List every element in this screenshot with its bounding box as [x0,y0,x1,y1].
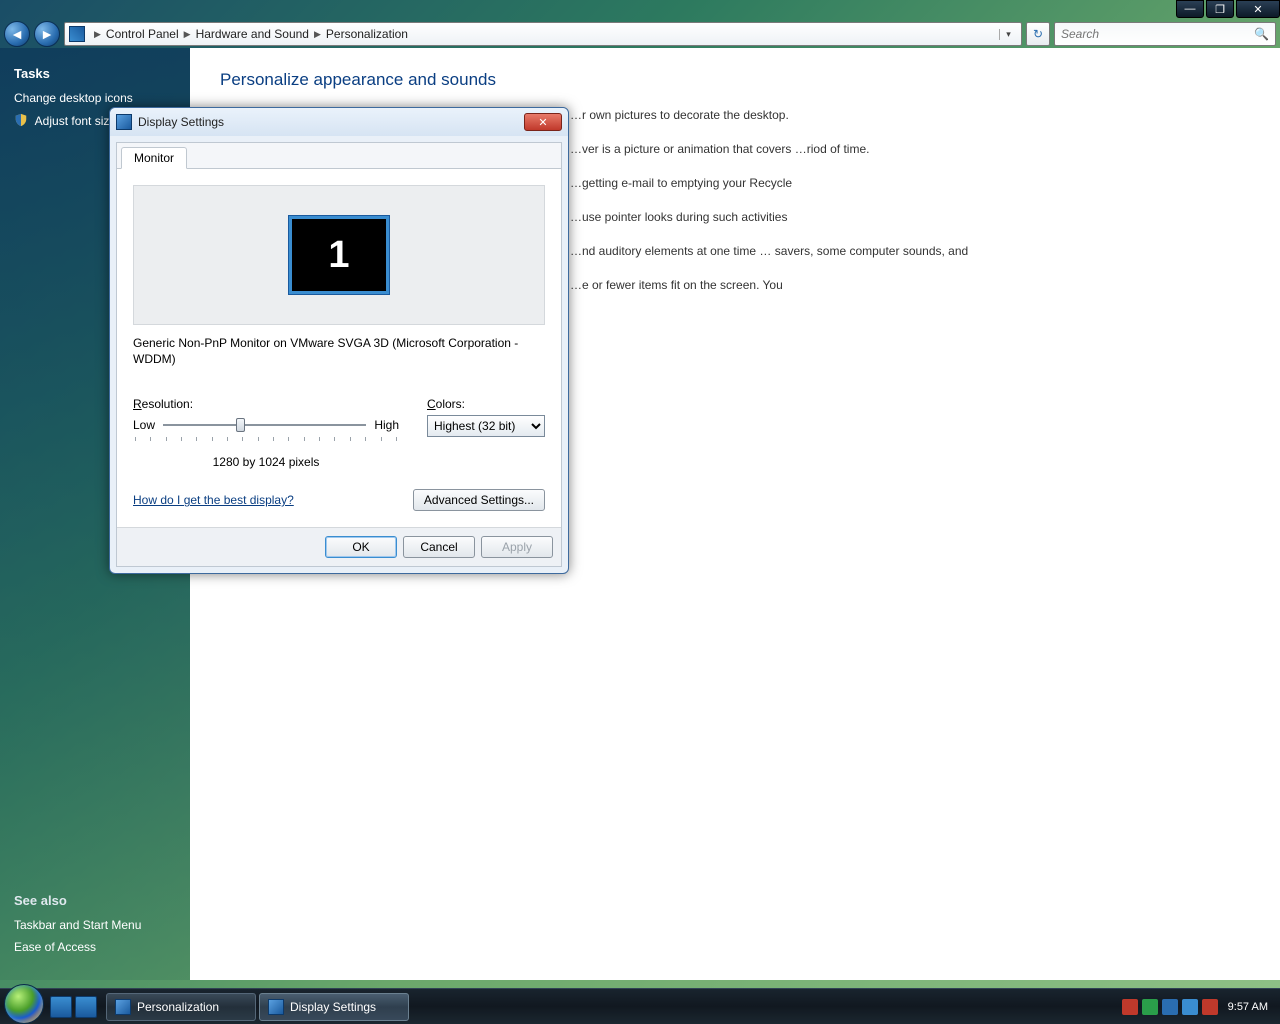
shield-icon [14,113,28,127]
section-text: …use pointer looks during such activitie… [570,208,990,226]
taskbar-item-personalization[interactable]: Personalization [106,993,256,1021]
system-tray[interactable]: 9:57 AM [1122,999,1276,1015]
quick-launch-show-desktop[interactable] [50,996,72,1018]
slider-high-label: High [374,418,399,432]
advanced-settings-button[interactable]: Advanced Settings... [413,489,545,511]
slider-thumb[interactable] [236,418,245,432]
tray-volume-icon[interactable] [1202,999,1218,1015]
chevron-right-icon: ▶ [94,29,101,40]
resolution-label: Resolution: [133,397,399,411]
monitor-icon [116,114,132,130]
tray-update-icon[interactable] [1142,999,1158,1015]
dialog-title: Display Settings [138,115,224,129]
monitor-description: Generic Non-PnP Monitor on VMware SVGA 3… [133,335,545,367]
section-text: …nd auditory elements at one time … save… [570,242,990,260]
search-box[interactable]: 🔍 [1054,22,1276,46]
refresh-button[interactable]: ↻ [1026,22,1050,46]
resolution-value: 1280 by 1024 pixels [133,455,399,469]
colors-select[interactable]: Highest (32 bit) [427,415,545,437]
tray-security-icon[interactable] [1122,999,1138,1015]
app-icon [115,999,131,1015]
monitor-thumbnail-1[interactable]: 1 [289,216,389,294]
tray-display-icon[interactable] [1182,999,1198,1015]
apply-button[interactable]: Apply [481,536,553,558]
chevron-right-icon: ▶ [184,29,191,40]
breadcrumb[interactable]: ▶ Control Panel ▶ Hardware and Sound ▶ P… [64,22,1022,46]
taskbar: Personalization Display Settings 9:57 AM [0,988,1280,1024]
breadcrumb-item[interactable]: Hardware and Sound [196,27,309,41]
tab-monitor[interactable]: Monitor [121,147,187,169]
back-button[interactable]: ◄ [4,21,30,47]
dialog-close-button[interactable]: ✕ [524,113,562,131]
ok-button[interactable]: OK [325,536,397,558]
resolution-slider[interactable] [163,415,366,435]
forward-button[interactable]: ► [34,21,60,47]
colors-label: Colors: [427,397,545,411]
section-text: …e or fewer items fit on the screen. You [570,276,990,294]
app-icon [268,999,284,1015]
section-text: …r own pictures to decorate the desktop. [570,106,990,124]
search-input[interactable] [1061,27,1254,41]
monitor-preview: 1 [133,185,545,325]
search-icon: 🔍 [1254,27,1269,41]
taskbar-item-display-settings[interactable]: Display Settings [259,993,409,1021]
sidebar-link-change-desktop-icons[interactable]: Change desktop icons [14,91,176,105]
watermark: The Collection Book [1073,958,1270,984]
see-also-heading: See also [14,893,176,908]
breadcrumb-item[interactable]: Control Panel [106,27,179,41]
breadcrumb-dropdown[interactable]: ▾ [999,29,1017,40]
start-button[interactable] [4,984,44,1024]
cancel-button[interactable]: Cancel [403,536,475,558]
slider-low-label: Low [133,418,155,432]
tasks-heading: Tasks [14,66,176,81]
section-text: …getting e-mail to emptying your Recycle [570,174,990,192]
see-also-taskbar[interactable]: Taskbar and Start Menu [14,918,176,932]
clock[interactable]: 9:57 AM [1228,1001,1268,1013]
tray-network-icon[interactable] [1162,999,1178,1015]
display-settings-dialog: Display Settings ✕ Monitor 1 Generic Non… [109,107,569,574]
page-title: Personalize appearance and sounds [220,70,1250,90]
see-also-ease-of-access[interactable]: Ease of Access [14,940,176,954]
close-button[interactable]: ✕ [1236,0,1280,18]
location-icon [69,26,85,42]
chevron-right-icon: ▶ [314,29,321,40]
quick-launch-switch-windows[interactable] [75,996,97,1018]
help-link[interactable]: How do I get the best display? [133,493,294,507]
breadcrumb-item[interactable]: Personalization [326,27,408,41]
dialog-titlebar[interactable]: Display Settings ✕ [110,108,568,136]
maximize-button[interactable]: ❐ [1206,0,1234,18]
minimize-button[interactable]: — [1176,0,1204,18]
section-text: …ver is a picture or animation that cove… [570,140,990,158]
